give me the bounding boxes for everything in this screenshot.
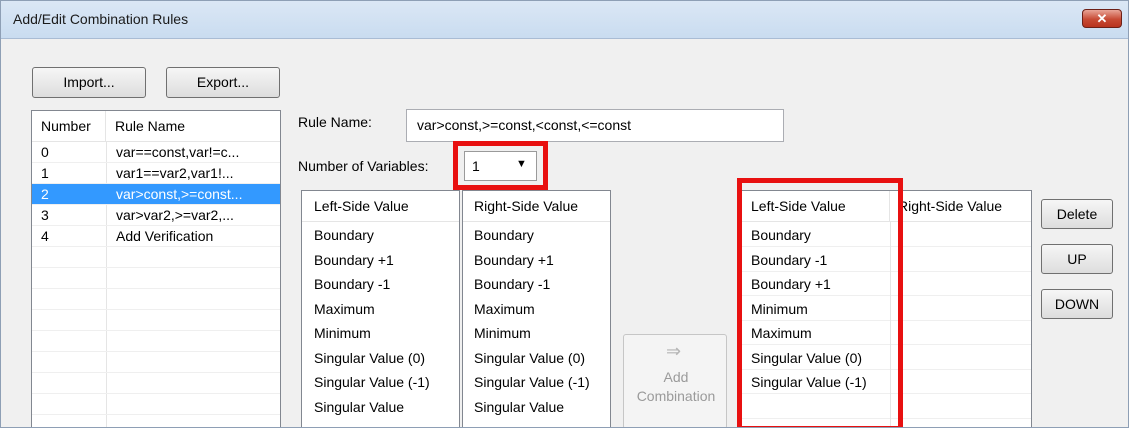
export-button[interactable]: Export... — [166, 67, 280, 98]
close-icon: ✕ — [1096, 11, 1108, 26]
empty-row — [32, 331, 280, 352]
combo-left-value: Singular Value (-1) — [751, 374, 867, 390]
table-row[interactable]: Singular Value (-1) — [739, 370, 1031, 394]
table-row[interactable]: Minimum — [739, 297, 1031, 321]
rule-name: var>const,>=const... — [116, 186, 243, 202]
empty-row — [32, 373, 280, 394]
table-row — [739, 419, 1031, 427]
rule-number: 4 — [41, 228, 49, 244]
empty-row — [32, 268, 280, 289]
combo-left-header[interactable]: Left-Side Value — [739, 191, 890, 222]
list-item[interactable]: Singular Value (0) — [302, 346, 459, 370]
combo-left-value: Singular Value (0) — [751, 349, 863, 366]
rule-number: 0 — [41, 144, 49, 160]
rule-name: var1==var2,var1!... — [116, 165, 234, 181]
rule-number: 2 — [41, 186, 49, 202]
empty-row — [32, 415, 280, 427]
num-variables-value: 1 — [472, 158, 480, 174]
list-item[interactable]: Boundary -1 — [463, 272, 610, 296]
right-side-value-list[interactable]: Right-Side Value Boundary Boundary +1 Boun… — [462, 190, 611, 427]
empty-row — [32, 247, 280, 268]
down-button[interactable]: DOWN — [1041, 289, 1113, 319]
combo-left-value: Boundary — [751, 227, 811, 243]
right-list-header: Right-Side Value — [463, 191, 610, 222]
table-row[interactable]: 3 var>var2,>=var2,... — [32, 205, 280, 226]
combo-right-header[interactable]: Right-Side Value — [890, 191, 1031, 222]
list-item[interactable]: Minimum — [463, 321, 610, 345]
list-item[interactable]: Maximum — [463, 297, 610, 321]
table-row[interactable]: 1 var1==var2,var1!... — [32, 163, 280, 184]
left-side-value-list[interactable]: Left-Side Value Boundary Boundary +1 Bound… — [301, 190, 460, 427]
combo-left-value: Maximum — [751, 325, 812, 341]
empty-row — [32, 352, 280, 373]
table-row[interactable]: Singular Value (0) — [739, 346, 1031, 370]
chevron-down-icon: ▼ — [516, 158, 527, 170]
rule-name-label: Rule Name: — [298, 114, 372, 130]
table-row[interactable]: 2 var>const,>=const... — [32, 184, 280, 205]
list-item[interactable]: Boundary — [302, 223, 459, 247]
add-combination-line2: Combination — [636, 388, 716, 404]
title-bar[interactable]: Add/Edit Combination Rules ✕ — [1, 1, 1128, 39]
column-header-rule-name[interactable]: Rule Name — [106, 111, 280, 142]
rules-table[interactable]: Number Rule Name 0 var==const,var!=c... 1 v… — [31, 110, 281, 427]
list-item[interactable]: Singular Value — [302, 395, 459, 419]
rule-number: 3 — [41, 207, 49, 223]
num-variables-label: Number of Variables: — [298, 158, 429, 174]
rule-number: 1 — [41, 165, 49, 181]
table-row[interactable]: Maximum — [739, 321, 1031, 345]
table-row[interactable]: 4 Add Verification — [32, 226, 280, 247]
table-row — [739, 395, 1031, 419]
left-list-header: Left-Side Value — [302, 191, 459, 222]
window-title: Add/Edit Combination Rules — [13, 11, 189, 27]
empty-row — [32, 289, 280, 310]
combination-table[interactable]: Left-Side Value Right-Side Value Boundar… — [738, 190, 1032, 427]
combo-left-value: Minimum — [751, 300, 808, 317]
up-button[interactable]: UP — [1041, 244, 1113, 274]
empty-row — [32, 310, 280, 331]
combo-left-value: Boundary +1 — [751, 276, 831, 292]
list-item[interactable]: Boundary +1 — [302, 248, 459, 272]
table-row[interactable]: Boundary -1 — [739, 248, 1031, 272]
add-combination-line1: Add — [663, 369, 689, 385]
table-row[interactable]: 0 var==const,var!=c... — [32, 142, 280, 163]
add-combination-button[interactable]: ⇒ Add Combination — [623, 334, 727, 427]
list-item[interactable]: Singular Value — [463, 395, 610, 419]
dialog-window: Add/Edit Combination Rules ✕ Import... E… — [0, 0, 1129, 428]
column-header-number[interactable]: Number — [32, 111, 106, 142]
rule-name-input[interactable]: var>const,>=const,<const,<=const — [406, 109, 784, 142]
list-item[interactable]: Boundary -1 — [302, 272, 459, 296]
rule-name: var>var2,>=var2,... — [116, 207, 234, 223]
num-variables-select[interactable]: 1 ▼ — [464, 151, 537, 181]
table-row[interactable]: Boundary +1 — [739, 272, 1031, 296]
list-item[interactable]: Singular Value (-1) — [463, 370, 610, 394]
list-item[interactable]: Boundary +1 — [463, 248, 610, 272]
delete-button[interactable]: Delete — [1041, 199, 1113, 229]
import-button[interactable]: Import... — [32, 67, 146, 98]
list-item[interactable]: Minimum — [302, 321, 459, 345]
add-arrow-icon: ⇒ — [666, 341, 682, 361]
rule-name: Add Verification — [116, 228, 214, 244]
rule-name: var==const,var!=c... — [116, 144, 240, 160]
list-item[interactable]: Singular Value (-1) — [302, 370, 459, 394]
column-divider — [890, 222, 891, 427]
combo-left-value: Boundary -1 — [751, 251, 828, 268]
list-item[interactable]: Maximum — [302, 297, 459, 321]
empty-row — [32, 394, 280, 415]
table-row[interactable]: Boundary — [739, 223, 1031, 247]
close-button[interactable]: ✕ — [1082, 9, 1122, 28]
list-item[interactable]: Singular Value (0) — [463, 346, 610, 370]
list-item[interactable]: Boundary — [463, 223, 610, 247]
